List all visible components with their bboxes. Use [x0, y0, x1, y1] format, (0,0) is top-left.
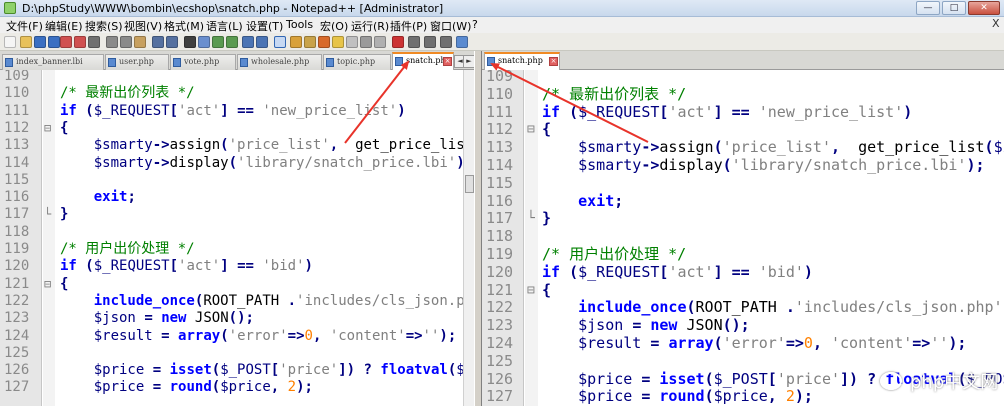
- arrow-right: [490, 63, 649, 143]
- php-logo: [880, 372, 902, 390]
- annotation-arrows: [344, 60, 649, 144]
- watermark-text: php中文网: [910, 372, 999, 393]
- arrow-left: [344, 60, 410, 144]
